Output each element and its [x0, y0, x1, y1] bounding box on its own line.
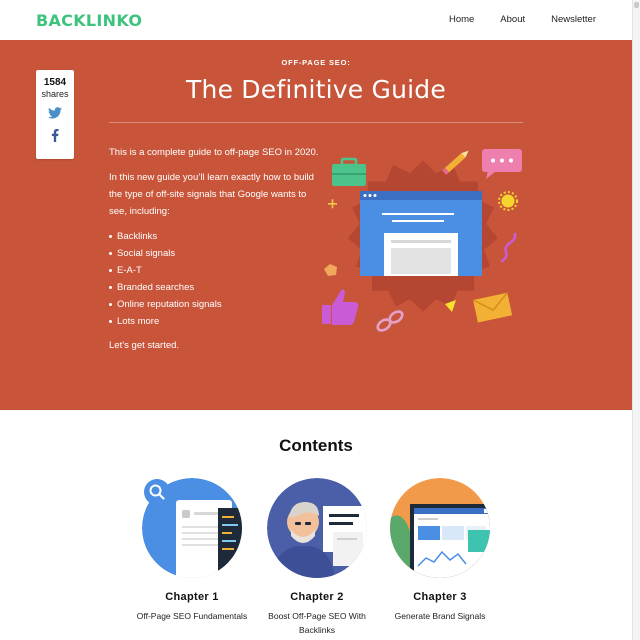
envelope-icon: [472, 292, 513, 323]
chapter-3-title[interactable]: Generate Brand Signals: [380, 609, 500, 623]
twitter-icon[interactable]: [48, 107, 62, 119]
chapter-card-3[interactable]: Chapter 3 Generate Brand Signals: [380, 478, 500, 623]
squiggle-shape: [500, 232, 517, 263]
share-count: 1584: [43, 77, 67, 88]
chapter-card-2[interactable]: Chapter 2 Boost Off-Page SEO With Backli…: [257, 478, 377, 637]
browser-window-icon: [360, 191, 482, 276]
hero-kicker: OFF-PAGE SEO:: [281, 58, 351, 67]
chapter-2-title[interactable]: Boost Off-Page SEO With Backlinks: [257, 609, 377, 637]
list-item: Backlinks: [109, 228, 319, 245]
list-item: Branded searches: [109, 279, 319, 296]
hero-illustration: [322, 149, 522, 332]
scrollbar-thumb[interactable]: [634, 2, 639, 8]
lead-text: In this new guide you’ll learn exactly h…: [109, 172, 314, 217]
chapter-3-image[interactable]: [390, 478, 490, 578]
search-icon: [144, 479, 170, 505]
pentagon-shape: [324, 264, 337, 276]
site-header: BACKLINKO Home About Newsletter: [0, 0, 632, 40]
page-title: The Definitive Guide: [186, 75, 446, 104]
facebook-icon[interactable]: [51, 129, 59, 142]
person-illustration-icon: [267, 478, 367, 578]
pencil-icon: [442, 150, 469, 175]
share-label: shares: [41, 89, 69, 99]
chapter-2-number: Chapter 2: [290, 591, 344, 603]
thumbs-up-icon: [322, 289, 359, 325]
chain-link-icon: [376, 310, 404, 332]
main-nav: Home About Newsletter: [449, 14, 596, 25]
nav-about[interactable]: About: [500, 14, 525, 25]
plus-icon: [328, 199, 337, 209]
chapter-card-1[interactable]: Chapter 1 Off-Page SEO Fundamentals: [132, 478, 252, 623]
site-logo[interactable]: BACKLINKO: [36, 11, 142, 30]
share-widget: 1584 shares: [36, 70, 74, 159]
page-scrollbar[interactable]: [632, 0, 640, 640]
chapter-3-number: Chapter 3: [413, 591, 467, 603]
chapter-1-title[interactable]: Off-Page SEO Fundamentals: [132, 609, 252, 623]
title-divider: [109, 122, 523, 123]
chapter-1-number: Chapter 1: [165, 591, 219, 603]
cta-text: Let’s get started.: [109, 340, 180, 351]
intro-text: This is a complete guide to off-page SEO…: [109, 147, 319, 158]
briefcase-icon: [332, 157, 366, 186]
list-item: Online reputation signals: [109, 296, 319, 313]
nav-newsletter[interactable]: Newsletter: [551, 14, 596, 25]
hero-intro: This is a complete guide to off-page SEO…: [109, 144, 319, 362]
list-item: Lots more: [109, 313, 319, 330]
dashboard-illustration-icon: [390, 478, 490, 578]
list-item: E-A-T: [109, 262, 319, 279]
sun-icon: [498, 191, 518, 211]
chat-bubble-icon: [482, 149, 522, 179]
list-item: Social signals: [109, 245, 319, 262]
chapter-2-image[interactable]: [267, 478, 367, 578]
signal-list: Backlinks Social signals E-A-T Branded s…: [109, 228, 319, 330]
nav-home[interactable]: Home: [449, 14, 474, 25]
contents-heading: Contents: [279, 436, 353, 455]
